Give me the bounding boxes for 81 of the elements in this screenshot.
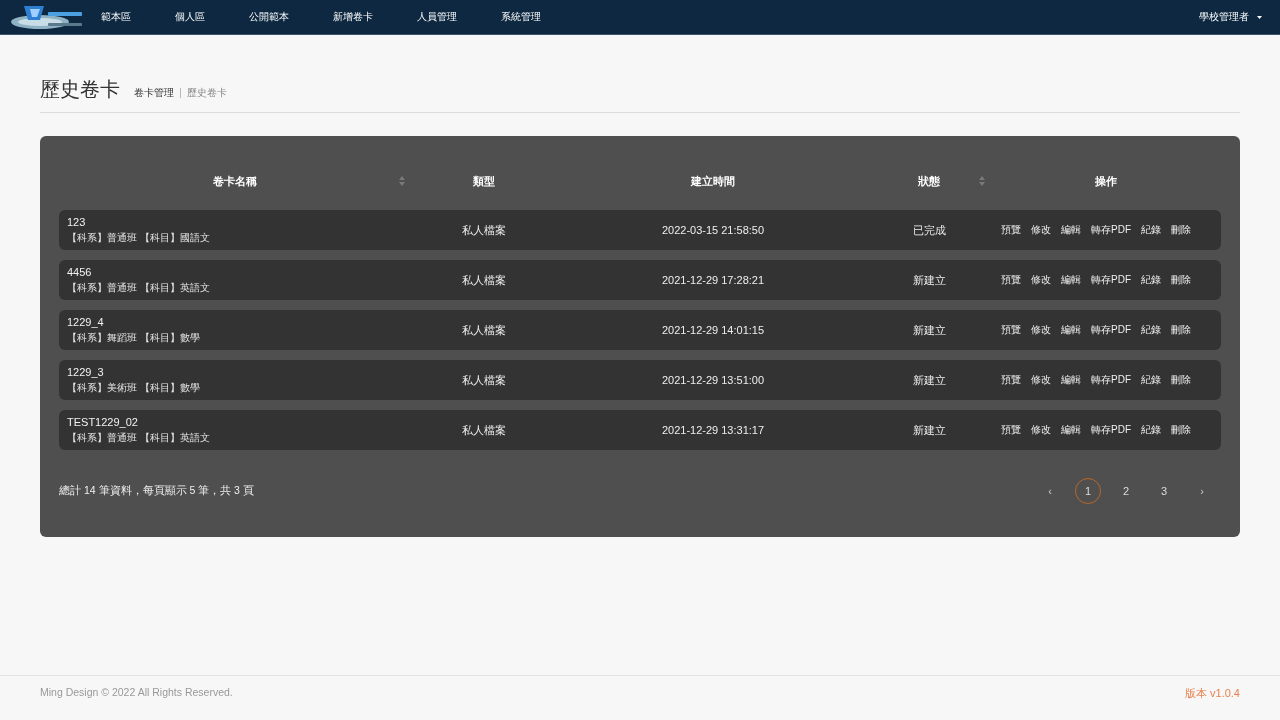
action-link[interactable]: 預覽 bbox=[1001, 223, 1021, 237]
action-link[interactable]: 編輯 bbox=[1061, 223, 1081, 237]
exam-name: 123 bbox=[67, 215, 87, 228]
type-cell: 私人檔案 bbox=[462, 322, 506, 338]
action-link[interactable]: 刪除 bbox=[1171, 223, 1191, 237]
exam-details: 【科系】舞蹈班 【科目】數學 bbox=[67, 330, 201, 345]
exam-name: TEST1229_02 bbox=[67, 415, 139, 428]
action-link[interactable]: 轉存PDF bbox=[1091, 373, 1131, 387]
action-link[interactable]: 紀錄 bbox=[1141, 273, 1161, 287]
caret-icon bbox=[1257, 15, 1262, 19]
created-time-cell: 2021-12-29 14:01:15 bbox=[661, 324, 765, 336]
action-link[interactable]: 修改 bbox=[1031, 273, 1051, 287]
action-link[interactable]: 紀錄 bbox=[1141, 373, 1161, 387]
column-header: 建立時間 bbox=[691, 173, 735, 189]
sort-icon[interactable] bbox=[979, 176, 985, 186]
action-link[interactable]: 轉存PDF bbox=[1091, 223, 1131, 237]
action-link[interactable]: 預覽 bbox=[1001, 323, 1021, 337]
page-button[interactable]: 2 bbox=[1113, 478, 1139, 504]
action-link[interactable]: 預覽 bbox=[1001, 423, 1021, 437]
status-cell: 新建立 bbox=[912, 372, 946, 388]
action-link[interactable]: 刪除 bbox=[1171, 273, 1191, 287]
copyright-text: Ming Design © 2022 All Rights Reserved. bbox=[40, 686, 233, 698]
action-link[interactable]: 刪除 bbox=[1171, 423, 1191, 437]
action-link[interactable]: 預覽 bbox=[1001, 373, 1021, 387]
type-cell: 私人檔案 bbox=[462, 272, 506, 288]
page-title: 歷史卷卡 bbox=[40, 77, 120, 101]
action-link[interactable]: 紀錄 bbox=[1141, 223, 1161, 237]
breadcrumb-current: 歷史卷卡 bbox=[180, 88, 227, 98]
action-link[interactable]: 修改 bbox=[1031, 323, 1051, 337]
type-cell: 私人檔案 bbox=[462, 222, 506, 238]
status-cell: 已完成 bbox=[912, 222, 946, 238]
action-link[interactable]: 修改 bbox=[1031, 423, 1051, 437]
action-link[interactable]: 紀錄 bbox=[1141, 323, 1161, 337]
action-link[interactable]: 轉存PDF bbox=[1091, 323, 1131, 337]
column-header: 類型 bbox=[473, 173, 495, 189]
exam-name: 1229_4 bbox=[67, 315, 105, 328]
action-link[interactable]: 修改 bbox=[1031, 223, 1051, 237]
status-cell: 新建立 bbox=[912, 422, 946, 438]
column-header: 狀態 bbox=[918, 173, 940, 189]
exam-details: 【科系】普通班 【科目】英語文 bbox=[67, 280, 211, 295]
action-link[interactable]: 刪除 bbox=[1171, 373, 1191, 387]
action-link[interactable]: 紀錄 bbox=[1141, 423, 1161, 437]
nav-link[interactable]: 公開範本 bbox=[249, 10, 289, 24]
breadcrumb-link[interactable]: 卷卡管理 bbox=[134, 86, 174, 100]
action-link[interactable]: 編輯 bbox=[1061, 273, 1081, 287]
action-link[interactable]: 轉存PDF bbox=[1091, 273, 1131, 287]
type-cell: 私人檔案 bbox=[462, 422, 506, 438]
action-link[interactable]: 修改 bbox=[1031, 373, 1051, 387]
exam-name: 1229_3 bbox=[67, 365, 105, 378]
user-menu[interactable]: 學校管理者 bbox=[1199, 10, 1262, 24]
created-time-cell: 2021-12-29 17:28:21 bbox=[661, 274, 765, 286]
action-link[interactable]: 刪除 bbox=[1171, 323, 1191, 337]
created-time-cell: 2021-12-29 13:31:17 bbox=[661, 424, 765, 436]
nav-link[interactable]: 新增卷卡 bbox=[333, 10, 373, 24]
nav-link[interactable]: 人員管理 bbox=[417, 10, 457, 24]
previous-page-button[interactable]: ‹ bbox=[1037, 478, 1063, 504]
logo-icon[interactable] bbox=[10, 4, 84, 30]
action-link[interactable]: 轉存PDF bbox=[1091, 423, 1131, 437]
column-header: 操作 bbox=[1094, 173, 1117, 189]
action-link[interactable]: 編輯 bbox=[1061, 423, 1081, 437]
pagination-summary: 總計 14 筆資料，每頁顯示 5 筆，共 3 頁 bbox=[59, 484, 254, 498]
version-text: 版本 v1.0.4 bbox=[1184, 686, 1240, 701]
exam-name: 4456 bbox=[67, 265, 93, 278]
exam-details: 【科系】普通班 【科目】國語文 bbox=[67, 230, 211, 245]
column-header: 卷卡名稱 bbox=[212, 173, 257, 189]
action-link[interactable]: 預覽 bbox=[1001, 273, 1021, 287]
status-cell: 新建立 bbox=[912, 322, 946, 338]
exam-details: 【科系】美術班 【科目】數學 bbox=[67, 380, 201, 395]
page-button[interactable]: 3 bbox=[1151, 478, 1177, 504]
next-page-button[interactable]: › bbox=[1189, 478, 1215, 504]
type-cell: 私人檔案 bbox=[462, 372, 506, 388]
nav-link[interactable]: 系統管理 bbox=[501, 10, 541, 24]
nav-link[interactable]: 個人區 bbox=[175, 10, 205, 24]
status-cell: 新建立 bbox=[912, 272, 946, 288]
nav-link[interactable]: 範本區 bbox=[101, 10, 131, 24]
exam-details: 【科系】普通班 【科目】英語文 bbox=[67, 430, 211, 445]
created-time-cell: 2022-03-15 21:58:50 bbox=[661, 224, 765, 236]
action-link[interactable]: 編輯 bbox=[1061, 323, 1081, 337]
created-time-cell: 2021-12-29 13:51:00 bbox=[661, 374, 765, 386]
action-link[interactable]: 編輯 bbox=[1061, 373, 1081, 387]
sort-icon[interactable] bbox=[399, 176, 405, 186]
